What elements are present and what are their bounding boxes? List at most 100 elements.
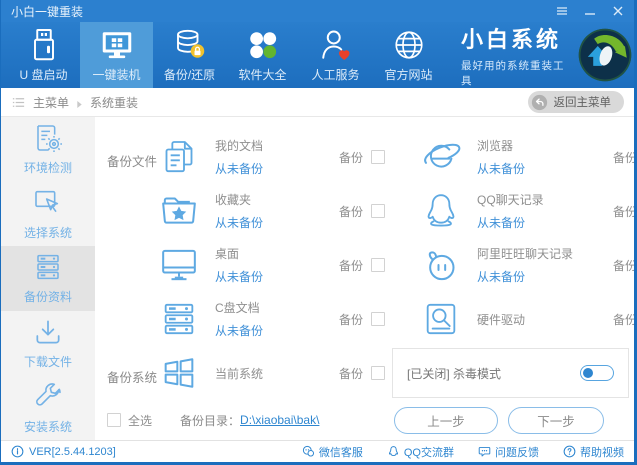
footer-link-label: 微信客服 (318, 446, 363, 459)
nav-item-label: 备份/还原 (163, 68, 216, 82)
footer-link[interactable]: 问题反馈 (478, 444, 539, 460)
backup-item: 桌面 从未备份 备份 (159, 238, 385, 292)
backup-item: 浏览器 从未备份 备份 (421, 130, 637, 184)
documents-icon (159, 137, 199, 177)
close-icon[interactable] (612, 5, 624, 17)
backup-item-status[interactable]: 从未备份 (215, 322, 339, 339)
window-title: 小白一键重装 (11, 4, 84, 19)
backup-checkbox[interactable] (371, 258, 385, 272)
sidebar-item-label: 选择系统 (23, 225, 72, 240)
nav-item[interactable]: 软件大全 (226, 22, 299, 88)
backup-caption: 备份 (612, 150, 637, 165)
nav-item[interactable]: 官方网站 (372, 22, 445, 88)
sidebar-item-label: 环境检测 (23, 161, 72, 176)
backup-item-name: 浏览器 (477, 139, 514, 153)
env-check-icon (32, 122, 64, 154)
system-item-text: 当前系统 (215, 365, 339, 382)
prev-step-button[interactable]: 上一步 (394, 406, 498, 434)
back-arrow-icon (531, 94, 548, 111)
backup-item-status[interactable]: 从未备份 (477, 268, 613, 285)
return-main-menu-button[interactable]: 返回主菜单 (527, 91, 624, 113)
brand-title: 小白系统 (461, 27, 562, 52)
windows-icon (159, 353, 199, 393)
usb-icon (26, 27, 62, 63)
footer-link[interactable]: 帮助视频 (563, 444, 624, 460)
backup-files-label: 备份文件 (107, 155, 158, 169)
software-icon (245, 27, 281, 63)
brand-text: 小白系统 最好用的系统重装工具 (461, 22, 566, 88)
nav-items: U 盘启动 一键装机 备份/还原 软件大全 人工服务 官方网站 (7, 22, 445, 88)
menu-icon[interactable] (556, 5, 568, 17)
backup-caption: 备份 (612, 312, 637, 327)
toggle-knob (583, 368, 593, 378)
backup-item-text: QQ聊天记录 从未备份 (477, 191, 613, 231)
sidebar-item[interactable]: 安装系统 (1, 375, 95, 440)
info-icon (11, 445, 24, 458)
breadcrumb-current: 系统重装 (90, 95, 139, 110)
backup-dir-link[interactable]: D:\xiaobai\bak\ (240, 413, 319, 427)
breadcrumb-root[interactable]: 主菜单 (33, 94, 69, 111)
version-area: VER[2.5.44.1203] (11, 445, 116, 458)
backup-checkbox[interactable] (371, 150, 385, 164)
sidebar-item[interactable]: 下载文件 (1, 311, 95, 376)
backup-item-name: 硬件驱动 (477, 312, 526, 327)
wechat-icon (302, 445, 315, 458)
next-step-button[interactable]: 下一步 (508, 406, 604, 434)
backup-system-label: 备份系统 (107, 371, 158, 385)
antivirus-label: [已关闭] 杀毒模式 (407, 366, 502, 381)
backup-item-name: 桌面 (215, 247, 240, 261)
backup-item-text: 阿里旺旺聊天记录 从未备份 (477, 245, 613, 285)
nav-item[interactable]: 人工服务 (299, 22, 372, 88)
antivirus-box: [已关闭] 杀毒模式 (392, 348, 629, 398)
backup-item: 我的文档 从未备份 备份 (159, 130, 385, 184)
bottom-controls: 全选 备份目录： D:\xiaobai\bak\ 上一步 下一步 (107, 405, 634, 435)
folder-star-icon (159, 191, 199, 231)
backup-item-status[interactable]: 从未备份 (215, 268, 339, 285)
statusbar: VER[2.5.44.1203] 微信客服 QQ交流群 问题反馈 帮助视频 (1, 440, 634, 462)
list-icon (11, 95, 26, 110)
backup-checkbox[interactable] (371, 204, 385, 218)
backup-item-status[interactable]: 从未备份 (215, 214, 339, 231)
backup-checkbox[interactable] (371, 312, 385, 326)
sidebar-item[interactable]: 环境检测 (1, 117, 95, 182)
body: 环境检测 选择系统 备份资料 下载文件 安装系统 备份文件 备份系统 我的文档 … (1, 117, 634, 440)
sidebar-item[interactable]: 备份资料 (1, 246, 95, 311)
backup-data-icon (32, 251, 64, 283)
sidebar-item-label: 安装系统 (23, 419, 72, 434)
backup-item-status[interactable]: 从未备份 (477, 160, 613, 177)
select-all-checkbox[interactable] (107, 413, 121, 427)
backup-restore-icon (172, 27, 208, 63)
top-nav: U 盘启动 一键装机 备份/还原 软件大全 人工服务 官方网站 小白系统 最好用… (1, 22, 634, 88)
footer-link[interactable]: 微信客服 (302, 444, 363, 460)
desktop-icon (159, 245, 199, 285)
backup-item: 阿里旺旺聊天记录 从未备份 备份 (421, 238, 634, 292)
backup-item-name: 收藏夹 (215, 193, 252, 207)
footer-link[interactable]: QQ交流群 (387, 444, 454, 460)
app-window: 小白一键重装 U 盘启动 一键装机 备份/还原 软件大全 人工服务 官方网站 小… (0, 0, 637, 465)
sidebar-item-label: 下载文件 (23, 355, 72, 370)
backup-grid: 我的文档 从未备份 备份 收藏夹 从未备份 备份 桌面 从未备份 备份 C盘文档… (159, 130, 637, 346)
sidebar-item[interactable]: 选择系统 (1, 182, 95, 247)
minimize-icon[interactable] (584, 5, 596, 17)
brand: 小白系统 最好用的系统重装工具 (461, 22, 634, 88)
service-icon (318, 27, 354, 63)
backup-item-status[interactable]: 从未备份 (215, 160, 339, 177)
nav-item-label: U 盘启动 (19, 68, 68, 82)
select-system-icon (32, 187, 64, 219)
backup-item-text: 硬件驱动 (477, 311, 613, 328)
antivirus-toggle[interactable] (580, 365, 614, 381)
nav-item[interactable]: 备份/还原 (153, 22, 226, 88)
backup-item: 硬件驱动 备份 (421, 292, 637, 346)
backup-caption: 备份 (338, 312, 363, 327)
backup-caption: 备份 (338, 258, 363, 273)
backup-system-checkbox[interactable] (371, 366, 385, 380)
backup-item-name: QQ聊天记录 (477, 193, 544, 207)
nav-item[interactable]: 一键装机 (80, 22, 153, 88)
nav-item[interactable]: U 盘启动 (7, 22, 80, 88)
browser-icon (421, 137, 461, 177)
chevron-right-icon (76, 98, 83, 108)
backup-item-name: 我的文档 (215, 139, 264, 153)
backup-item-text: 收藏夹 从未备份 (215, 191, 339, 231)
breadcrumb: 主菜单 系统重装 返回主菜单 (1, 88, 634, 117)
backup-item-status[interactable]: 从未备份 (477, 214, 613, 231)
